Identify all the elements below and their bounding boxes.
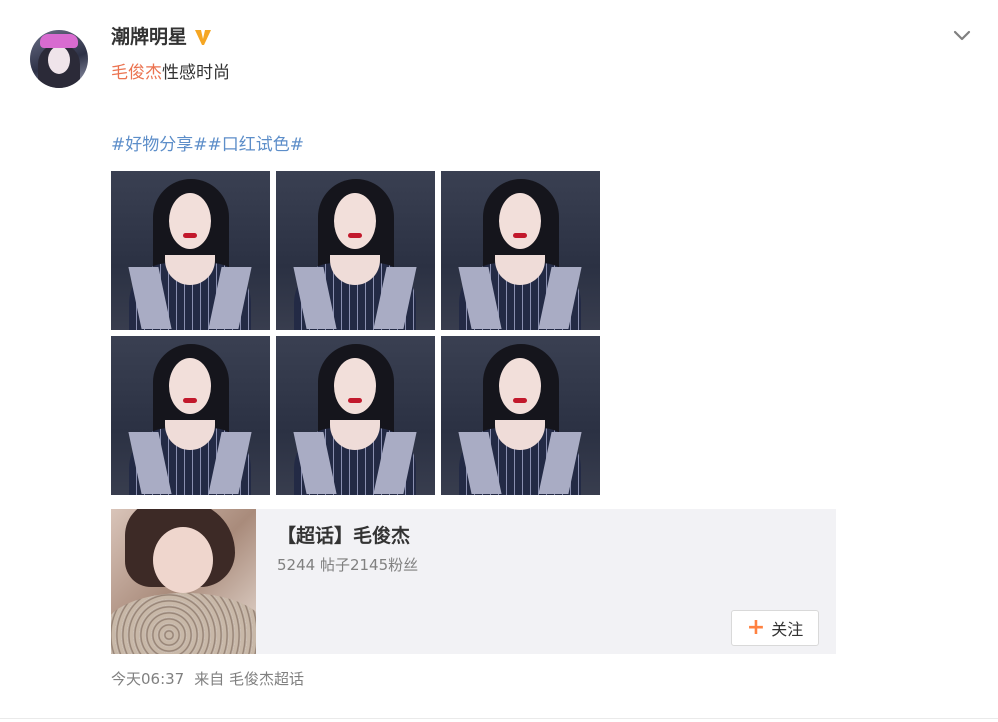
author-avatar[interactable]	[30, 30, 88, 88]
hashtag-links[interactable]: #好物分享##口红试色#	[111, 133, 304, 157]
photo-3[interactable]	[441, 171, 600, 330]
source-prefix: 来自	[194, 670, 225, 688]
photo-5[interactable]	[276, 336, 435, 495]
photo-4[interactable]	[111, 336, 270, 495]
source-link[interactable]: 毛俊杰超话	[229, 670, 304, 688]
verified-badge-icon	[193, 27, 213, 47]
plus-icon: +	[746, 615, 766, 640]
post-text: 毛俊杰性感时尚	[111, 61, 230, 85]
photo-grid	[111, 171, 601, 495]
chevron-down-icon[interactable]	[952, 28, 972, 44]
photo-2[interactable]	[276, 171, 435, 330]
post-meta: 今天06:37 来自 毛俊杰超话	[111, 668, 304, 690]
author-header: 潮牌明星	[111, 24, 213, 50]
author-name[interactable]: 潮牌明星	[111, 24, 187, 50]
post-text-body: 性感时尚	[162, 63, 230, 83]
divider	[0, 718, 998, 719]
post-timestamp[interactable]: 今天06:37	[111, 670, 184, 688]
super-topic-card[interactable]: 【超话】毛俊杰 5244 帖子2145粉丝 + 关注	[111, 509, 836, 654]
photo-1[interactable]	[111, 171, 270, 330]
follow-label: 关注	[771, 620, 804, 639]
follow-button[interactable]: + 关注	[731, 610, 819, 646]
mention-link[interactable]: 毛俊杰	[111, 63, 162, 83]
photo-6[interactable]	[441, 336, 600, 495]
topic-title[interactable]: 【超话】毛俊杰	[277, 523, 410, 549]
topic-stats: 5244 帖子2145粉丝	[277, 556, 419, 574]
avatar-face	[48, 46, 70, 74]
avatar-hat	[40, 34, 78, 48]
topic-cover-image[interactable]	[111, 509, 256, 654]
